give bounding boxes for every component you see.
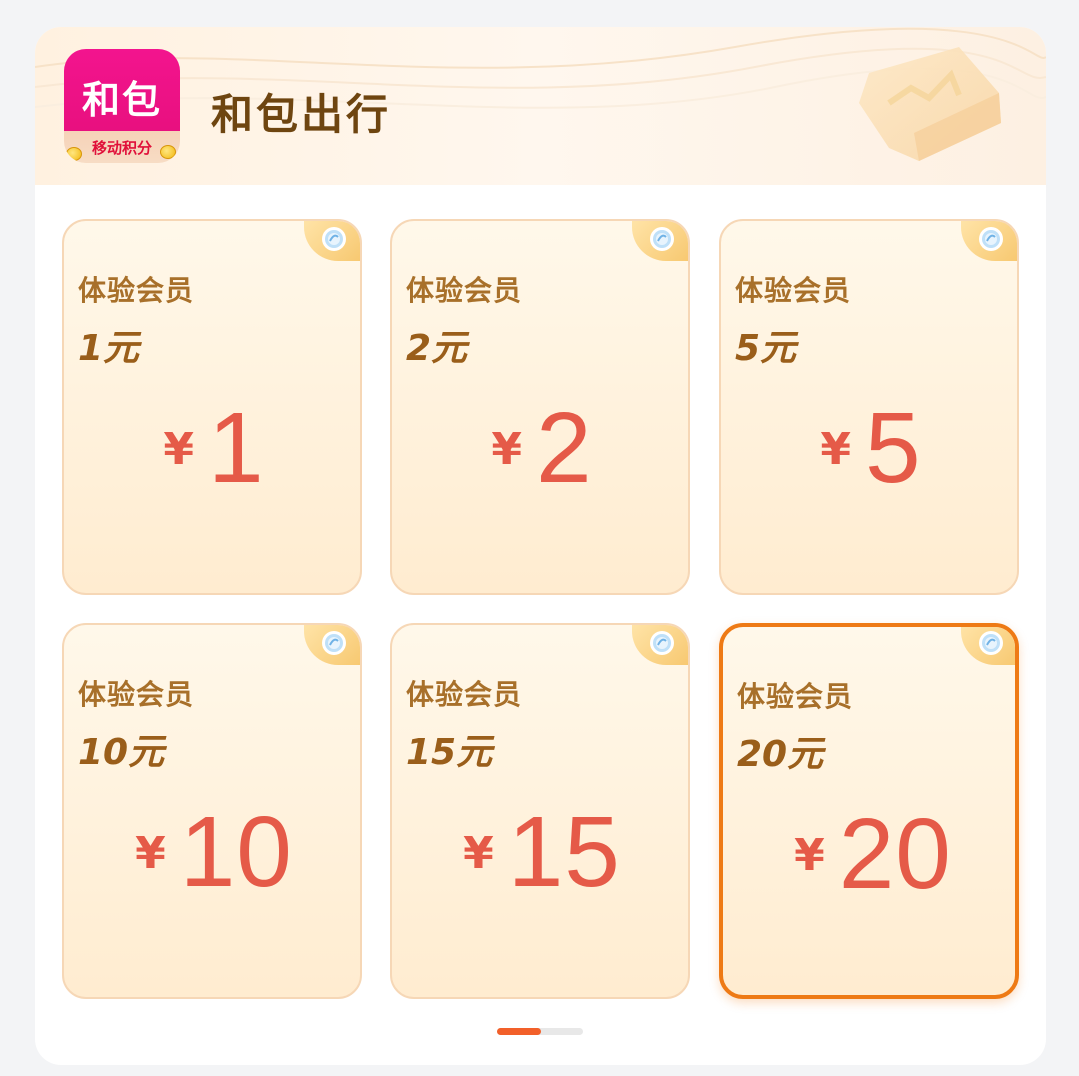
droplet-icon: [650, 631, 674, 655]
card-label: 体验会员: [78, 274, 195, 307]
card-amount: 10元: [78, 732, 165, 773]
membership-card-2[interactable]: 体验会员 2元 ¥2: [390, 219, 690, 595]
price-value: 2: [536, 392, 593, 504]
card-price: ¥15: [392, 795, 688, 910]
logo-subtext: 移动积分: [91, 139, 152, 157]
card-corner-badge: [304, 221, 360, 261]
currency-symbol: ¥: [820, 424, 851, 475]
card-corner-badge: [961, 627, 1015, 665]
card-amount: 5元: [735, 328, 797, 369]
card-amount: 20元: [737, 734, 824, 775]
card-price: ¥2: [392, 391, 688, 506]
droplet-icon: [322, 631, 346, 655]
card-amount: 1元: [78, 328, 140, 369]
page-indicator[interactable]: [497, 1028, 583, 1035]
membership-card-5[interactable]: 体验会员 5元 ¥5: [719, 219, 1019, 595]
card-amount: 15元: [406, 732, 493, 773]
card-amount: 2元: [406, 328, 468, 369]
page-title: 和包出行: [211, 90, 392, 139]
card-label: 体验会员: [737, 680, 854, 713]
card-label: 体验会员: [406, 274, 523, 307]
currency-symbol: ¥: [163, 424, 194, 475]
card-label: 体验会员: [406, 678, 523, 711]
membership-card-20-selected[interactable]: 体验会员 20元 ¥20: [719, 623, 1019, 999]
price-value: 10: [179, 796, 293, 908]
price-value: 1: [208, 392, 265, 504]
droplet-icon: [979, 227, 1003, 251]
membership-card-15[interactable]: 体验会员 15元 ¥15: [390, 623, 690, 999]
product-panel: 和包 移动积分 和包出行 体验会员 1元 ¥ 1 体验会员 2元 ¥ 2 体验会…: [35, 27, 1046, 1065]
price-value: 15: [507, 796, 621, 908]
membership-card-10[interactable]: 体验会员 10元 ¥10: [62, 623, 362, 999]
card-price: ¥20: [723, 797, 1015, 912]
card-corner-badge: [961, 221, 1017, 261]
droplet-icon: [322, 227, 346, 251]
card-label: 体验会员: [735, 274, 852, 307]
card-corner-badge: [304, 625, 360, 665]
page-indicator-active: [497, 1028, 541, 1035]
header-banner: 和包 移动积分 和包出行: [35, 27, 1046, 185]
price-value: 20: [838, 798, 952, 910]
logo-text: 和包: [81, 78, 162, 122]
currency-symbol: ¥: [463, 828, 494, 879]
hebao-logo: 和包 移动积分: [64, 49, 180, 163]
droplet-icon: [650, 227, 674, 251]
price-value: 5: [865, 392, 922, 504]
droplet-icon: [979, 631, 1003, 655]
card-label: 体验会员: [78, 678, 195, 711]
membership-card-1[interactable]: 体验会员 1元 ¥1: [62, 219, 362, 595]
card-corner-badge: [632, 221, 688, 261]
card-corner-badge: [632, 625, 688, 665]
crown-block-decoration: [859, 47, 1001, 161]
card-price: ¥10: [64, 795, 360, 910]
currency-symbol: ¥: [491, 424, 522, 475]
currency-symbol: ¥: [135, 828, 166, 879]
card-price: ¥1: [64, 391, 360, 506]
currency-symbol: ¥: [794, 830, 825, 881]
card-price: ¥5: [721, 391, 1017, 506]
